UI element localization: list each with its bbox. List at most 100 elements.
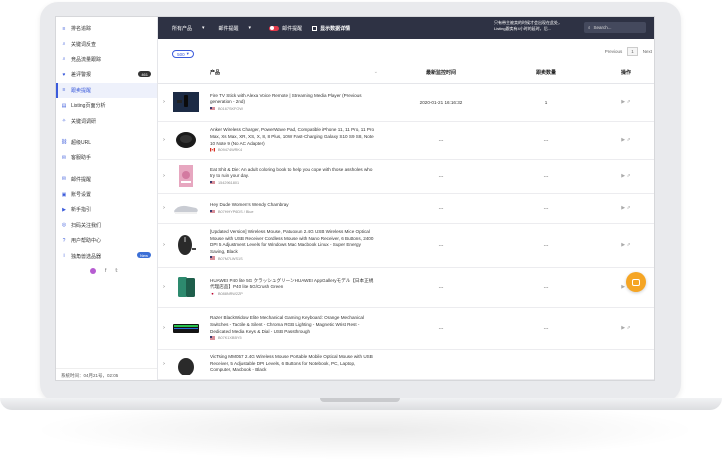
expand-toggle[interactable]: › xyxy=(158,267,170,308)
product-title[interactable]: Eat Shit & Die: An adult coloring book t… xyxy=(210,167,386,180)
sidebar-item[interactable]: ▣ 账号设置 xyxy=(56,187,157,202)
product-meta: B09474WRK4 xyxy=(210,148,386,153)
follow-count: --- xyxy=(496,267,596,308)
pagination: Previous 1 Next xyxy=(605,47,652,56)
product-select[interactable]: 所有产品 ▾ xyxy=(158,25,205,32)
search-input[interactable]: ⌕ Search... xyxy=(584,22,646,33)
product-image xyxy=(172,353,200,376)
external-link-icon[interactable]: ⇗ xyxy=(627,325,631,331)
play-icon[interactable]: ▶ xyxy=(621,284,625,290)
app-screen: ≡ 排名追踪 ⌕ 关键词反查 ⌕ 竞品流量跟踪 ♥ 差评警报 461 ≡ 跟卖提醒 ▤ Listing页… xyxy=(55,16,655,381)
sidebar-item[interactable]: ▶ 新手指引 xyxy=(56,202,157,217)
header-count[interactable]: 跟卖数量 xyxy=(496,63,596,84)
sidebar-item[interactable]: ⌕ 竞品流量跟踪 xyxy=(56,52,157,67)
facebook-icon[interactable]: f xyxy=(105,268,106,274)
sidebar-item[interactable]: ≡ 跟卖提醒 xyxy=(56,82,157,99)
product-meta: B07K1XBBY5 xyxy=(210,336,386,341)
pager-next[interactable]: Next xyxy=(643,49,652,54)
expand-toggle[interactable]: › xyxy=(158,193,170,224)
table-row[interactable]: › HUAWEI P40 lite 5G クラッシュグリーンHUAWEI AppG… xyxy=(158,267,654,308)
table-row[interactable]: › Hey Dude Women's Wendy Chambray B07HHYP6… xyxy=(158,193,654,224)
expand-toggle[interactable]: › xyxy=(158,223,170,268)
table-row[interactable]: › Eat Shit & Die: An adult coloring book … xyxy=(158,159,654,194)
laptop-notch xyxy=(320,398,400,402)
product-image xyxy=(172,91,200,113)
sidebar-item[interactable]: ≡ 排名追踪 xyxy=(56,21,157,36)
play-icon[interactable]: ▶ xyxy=(621,242,625,248)
table-row[interactable]: › [Updated Version] Wireless Mouse, Patuo… xyxy=(158,223,654,268)
pager-prev[interactable]: Previous xyxy=(605,49,623,54)
external-link-icon[interactable]: ⇗ xyxy=(627,137,631,143)
info-icon: i xyxy=(63,253,65,260)
sidebar: ≡ 排名追踪 ⌕ 关键词反查 ⌕ 竞品流量跟踪 ♥ 差评警报 461 ≡ 跟卖提醒 ▤ Listing页… xyxy=(56,17,158,380)
expand-toggle[interactable]: › xyxy=(158,121,170,160)
product-title[interactable]: Hey Dude Women's Wendy Chambray xyxy=(210,202,386,209)
sidebar-item-label: 账号设置 xyxy=(71,192,92,199)
expand-toggle[interactable]: › xyxy=(158,159,170,194)
mail-select[interactable]: 邮件提醒 ▾ xyxy=(205,25,252,32)
row-actions: ▶ ⇗ xyxy=(596,193,654,224)
twitter-icon[interactable]: 𝕥 xyxy=(115,268,117,274)
table-row[interactable]: › Anker Wireless Charger, PowerWave Pad, … xyxy=(158,121,654,160)
table-row[interactable]: › VicTsing MM057 2.4G Wireless Mouse Port… xyxy=(158,349,654,380)
external-link-icon[interactable]: ⇗ xyxy=(627,99,631,105)
community-icon[interactable] xyxy=(90,267,96,274)
product-thumbnail xyxy=(170,121,210,160)
product-meta: B07HHYP6DS / Blue xyxy=(210,209,386,215)
flag-icon xyxy=(210,256,215,261)
external-link-icon[interactable]: ⇗ xyxy=(627,242,631,248)
sidebar-item[interactable]: ⛓ 超级URL xyxy=(56,135,157,150)
sidebar-item[interactable]: ◎ 扫码关注我们 xyxy=(56,218,157,233)
sort-icon: ⌄ xyxy=(373,69,378,76)
stage: ≡ 排名追踪 ⌕ 关键词反查 ⌕ 竞品流量跟踪 ♥ 差评警报 461 ≡ 跟卖提醒 ▤ Listing页… xyxy=(0,0,722,474)
play-icon[interactable]: ▶ xyxy=(621,99,625,105)
list-icon: ≡ xyxy=(62,25,66,32)
monitor-time xyxy=(386,349,496,380)
product-title[interactable]: [Updated Version] Wireless Mouse, Patuox… xyxy=(210,229,386,255)
sidebar-item-label: 客服助手 xyxy=(71,155,92,162)
sidebar-item[interactable]: i 独角兽选品器 New xyxy=(56,248,157,263)
show-data-label: 显示数据详情 xyxy=(320,25,351,32)
product-asin: B07M7LWS1S xyxy=(218,256,243,261)
play-icon[interactable]: ▶ xyxy=(621,205,625,211)
product-title[interactable]: Razer BlackWidow Elite Mechanical Gaming… xyxy=(210,315,386,335)
play-icon[interactable]: ▶ xyxy=(621,325,625,331)
product-title[interactable]: VicTsing MM057 2.4G Wireless Mouse Porta… xyxy=(210,354,386,374)
sidebar-item[interactable]: ✧ 关键词调研 xyxy=(56,113,157,128)
play-icon[interactable]: ▶ xyxy=(621,173,625,179)
product-image xyxy=(172,276,200,298)
follow-count: --- xyxy=(496,307,596,350)
mail-toggle[interactable] xyxy=(269,25,280,31)
flag-icon xyxy=(210,148,215,153)
expand-toggle[interactable]: › xyxy=(158,83,170,122)
chart-icon: ▤ xyxy=(61,102,67,109)
table-row[interactable]: › Fire TV Stick with Alexa Voice Remote |… xyxy=(158,83,654,122)
sidebar-item[interactable]: ⌕ 关键词反查 xyxy=(56,36,157,51)
product-table: 产品 ⌄ 最新监控时间 跟卖数量 操作 › Fire TV Stick with … xyxy=(158,63,654,380)
header-product[interactable]: 产品 ⌄ xyxy=(158,63,386,84)
expand-toggle[interactable]: › xyxy=(158,349,170,380)
play-icon[interactable]: ▶ xyxy=(621,137,625,143)
product-title[interactable]: Anker Wireless Charger, PowerWave Pad, C… xyxy=(210,127,386,147)
expand-toggle[interactable]: › xyxy=(158,307,170,350)
follow-count: --- xyxy=(496,121,596,160)
product-asin: B09474WRK4 xyxy=(218,148,243,153)
external-link-icon[interactable]: ⇗ xyxy=(627,173,631,179)
per-page-select[interactable]: 500 ▾ xyxy=(172,50,194,58)
sidebar-item[interactable]: ✉ 邮件提醒 xyxy=(56,172,157,187)
external-link-icon[interactable]: ⇗ xyxy=(627,205,631,211)
header-time[interactable]: 最新监控时间 xyxy=(386,63,496,84)
pager-current[interactable]: 1 xyxy=(627,47,638,56)
sidebar-item[interactable]: ▤ Listing页面分析 xyxy=(56,98,157,113)
sidebar-item[interactable]: ? 用户帮助中心 xyxy=(56,233,157,248)
product-title[interactable]: HUAWEI P40 lite 5G クラッシュグリーンHUAWEI AppGa… xyxy=(210,278,386,291)
product-title[interactable]: Fire TV Stick with Alexa Voice Remote | … xyxy=(210,93,386,106)
table-row[interactable]: › Razer BlackWidow Elite Mechanical Gamin… xyxy=(158,307,654,350)
product-meta: B0167SKFOW xyxy=(210,106,386,112)
show-data-checkbox[interactable] xyxy=(312,25,318,31)
sidebar-item[interactable]: ✉ 客服助手 xyxy=(56,150,157,165)
sidebar-item[interactable]: ♥ 差评警报 461 xyxy=(56,67,157,82)
chat-button[interactable] xyxy=(626,272,646,292)
sidebar-item-label: 关键词调研 xyxy=(71,118,97,125)
system-time: 系统时间：04月21号，02:05 xyxy=(56,368,157,380)
